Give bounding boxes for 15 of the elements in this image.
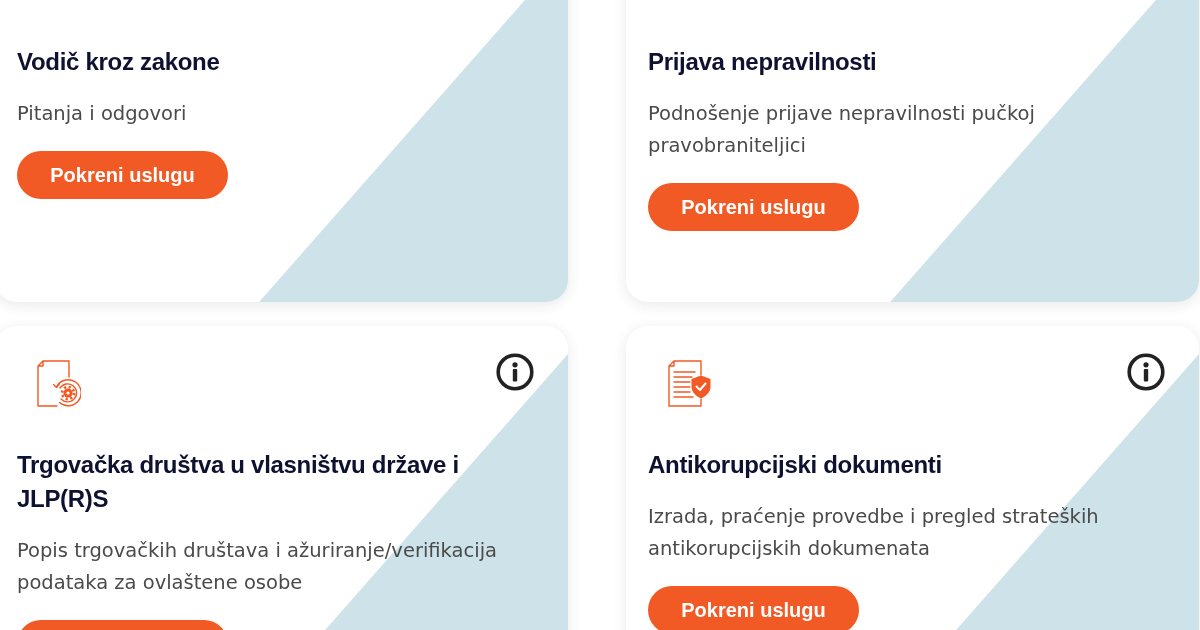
card-description: Popis trgovačkih društava i ažuriranje/verifikacija podataka za ovlaštene osobe [17, 538, 499, 596]
card-description: Pitanja i odgovori [17, 101, 188, 127]
start-service-button[interactable]: Pokreni uslugu [17, 151, 228, 199]
card-title: Antikorupcijski dokumenti [648, 450, 943, 480]
document-shield-icon [668, 360, 712, 407]
start-service-button[interactable]: Pokreni uslugu [648, 586, 859, 630]
info-icon[interactable] [496, 353, 534, 391]
card-title: Prijava nepravilnosti [648, 47, 878, 77]
info-icon[interactable] [1127, 353, 1165, 391]
card-title: Trgovačka društva u vlasništvu države i JLP(R)S [17, 450, 460, 514]
card-title: Vodič kroz zakone [17, 47, 221, 77]
start-service-button[interactable]: Pokreni uslugu [648, 183, 859, 231]
card-description: Podnošenje prijave nepravilnosti pučkoj pravobraniteljici [648, 101, 1036, 159]
card-description: Izrada, praćenje provedbe i pregled strateških antikorupcijskih dokumenata [648, 504, 1100, 562]
document-gear-icon [37, 360, 81, 407]
